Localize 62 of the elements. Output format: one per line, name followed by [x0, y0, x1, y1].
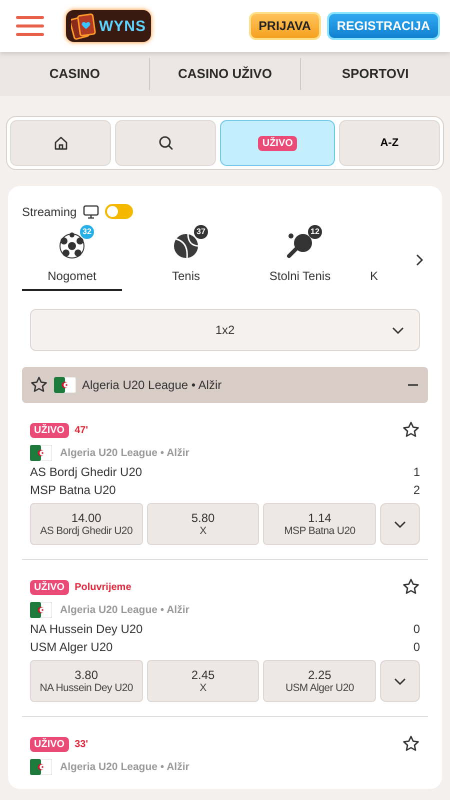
score: 1: [413, 465, 420, 479]
star-icon[interactable]: [30, 376, 48, 394]
login-button[interactable]: PRIJAVA: [248, 12, 321, 40]
az-label: A-Z: [380, 137, 399, 149]
chevron-right-icon[interactable]: [414, 253, 424, 267]
streaming-label: Streaming: [22, 204, 77, 218]
chevron-down-icon: [393, 519, 408, 529]
chevron-down-icon: [393, 676, 408, 686]
league-header[interactable]: Algeria U20 League • Alžir: [22, 367, 428, 403]
az-tab[interactable]: A-Z: [338, 120, 440, 166]
menu-icon: [16, 15, 44, 37]
odds-button[interactable]: 2.25 USM Alger U20: [263, 660, 376, 702]
star-icon[interactable]: [402, 578, 420, 596]
live-badge: UŽIVO: [30, 736, 69, 752]
odds-button[interactable]: 1.14 MSP Batna U20: [263, 503, 376, 545]
live-badge: UŽIVO: [30, 580, 69, 594]
match-time: Poluvrijeme: [74, 582, 132, 592]
score: 0: [413, 622, 420, 636]
search-icon: [158, 135, 174, 151]
flag-icon: [54, 377, 76, 393]
odds-button[interactable]: 2.45 X: [146, 660, 260, 702]
league-name: Algeria U20 League • Alžir: [60, 761, 190, 773]
team-name: MSP Batna U20: [30, 483, 116, 497]
star-icon[interactable]: [402, 735, 420, 753]
flag-icon: [30, 759, 52, 775]
sport-tab[interactable]: 37 Tenis: [136, 223, 236, 291]
logo[interactable]: WYNS: [66, 10, 151, 42]
cards-icon: [71, 12, 97, 40]
score: 0: [413, 640, 420, 654]
odds-button[interactable]: 5.80 X: [146, 503, 260, 545]
nav-link[interactable]: CASINO UŽIVO: [150, 58, 301, 90]
chevron-down-icon: [391, 325, 405, 335]
league-name: Algeria U20 League • Alžir: [60, 447, 190, 459]
live-tab[interactable]: UŽIVO: [220, 120, 335, 166]
flag-icon: [30, 602, 52, 618]
home-icon: [52, 135, 69, 151]
count-badge: 32: [80, 225, 94, 239]
count-badge: 37: [194, 225, 208, 239]
odds-button[interactable]: 14.00 AS Bordj Ghedir U20: [30, 503, 143, 545]
team-name: USM Alger U20: [30, 640, 113, 654]
streaming-toggle[interactable]: [104, 204, 133, 219]
team-name: NA Hussein Dey U20: [30, 622, 143, 636]
sport-tab[interactable]: 12 Stolni Tenis: [250, 223, 350, 291]
market-dropdown[interactable]: 1x2: [30, 309, 420, 351]
league-name: Algeria U20 League • Alžir: [60, 604, 190, 616]
team-name: AS Bordj Ghedir U20: [30, 465, 142, 479]
sport-tab[interactable]: 32 Nogomet: [22, 223, 122, 291]
flag-icon: [30, 445, 52, 461]
match-time: 47': [74, 424, 88, 436]
nav-link[interactable]: CASINO: [0, 58, 150, 90]
star-icon[interactable]: [402, 421, 420, 439]
count-badge: 12: [308, 225, 322, 239]
nav-link[interactable]: SPORTOVI: [300, 58, 450, 90]
live-badge: UŽIVO: [30, 422, 69, 438]
league-name: Algeria U20 League • Alžir: [82, 378, 223, 392]
score: 2: [413, 483, 420, 497]
logo-text: WYNS: [99, 18, 146, 34]
live-badge: UŽIVO: [258, 136, 297, 150]
monitor-icon: [82, 204, 99, 218]
match-time: 33': [74, 738, 88, 750]
odds-button[interactable]: 3.80 NA Hussein Dey U20: [30, 660, 143, 702]
sport-tab[interactable]: K: [364, 223, 384, 291]
